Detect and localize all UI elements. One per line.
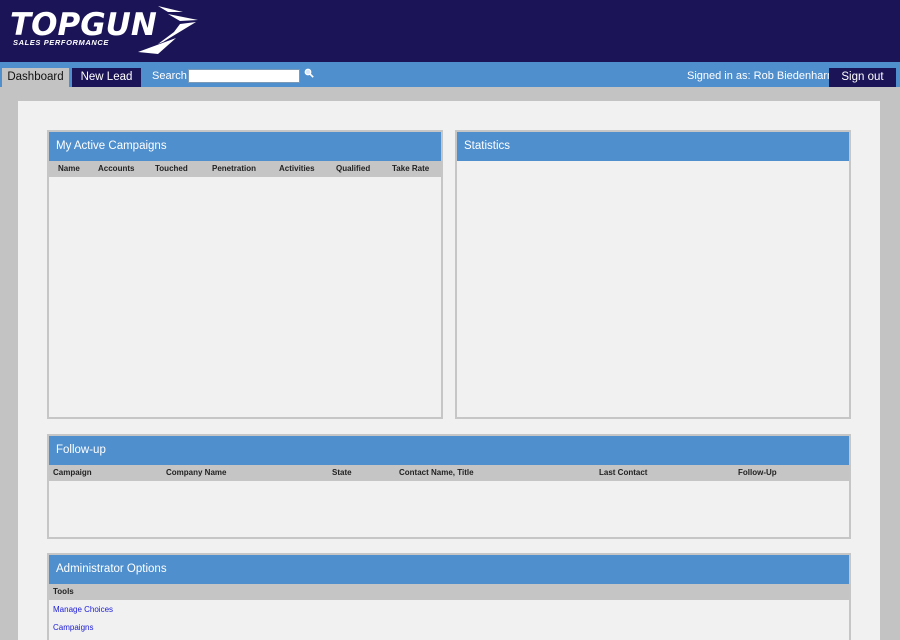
admin-tools-header: Tools (49, 584, 849, 600)
search-input[interactable] (188, 69, 300, 83)
tab-new-lead[interactable]: New Lead (72, 68, 141, 87)
statistics-panel: Statistics (455, 130, 851, 419)
col-qualified[interactable]: Qualified (336, 161, 370, 177)
logo-wordmark: TOPGUN (10, 7, 157, 43)
col-last-contact[interactable]: Last Contact (599, 465, 647, 481)
signed-in-user: Signed in as: Rob Biedenharn (687, 70, 834, 82)
topgun-logo[interactable]: TOPGUN SALES PERFORMANCE (8, 4, 208, 58)
col-state[interactable]: State (332, 465, 352, 481)
statistics-panel-title: Statistics (457, 132, 849, 161)
col-follow-up[interactable]: Follow-Up (738, 465, 777, 481)
manage-choices-link[interactable]: Manage Choices (53, 605, 113, 614)
col-touched[interactable]: Touched (155, 161, 188, 177)
col-company-name[interactable]: Company Name (166, 465, 226, 481)
campaigns-table-header: Name Accounts Touched Penetration Activi… (49, 161, 441, 177)
campaigns-panel: My Active Campaigns Name Accounts Touche… (47, 130, 443, 419)
col-contact-name-title[interactable]: Contact Name, Title (399, 465, 474, 481)
magnifier-icon[interactable] (304, 68, 314, 78)
app-header: TOPGUN SALES PERFORMANCE (0, 0, 900, 62)
campaigns-link[interactable]: Campaigns (53, 623, 93, 632)
col-name[interactable]: Name (58, 161, 80, 177)
col-campaign[interactable]: Campaign (53, 465, 92, 481)
followup-panel: Follow-up Campaign Company Name State Co… (47, 434, 851, 539)
tab-dashboard[interactable]: Dashboard (2, 68, 69, 87)
logo-subtitle: SALES PERFORMANCE (13, 38, 110, 47)
campaigns-panel-title: My Active Campaigns (49, 132, 441, 161)
admin-panel-title: Administrator Options (49, 555, 849, 584)
admin-panel: Administrator Options Tools Manage Choic… (47, 553, 851, 640)
followup-panel-title: Follow-up (49, 436, 849, 465)
tools-label: Tools (53, 587, 74, 596)
sign-out-button[interactable]: Sign out (829, 68, 896, 87)
search-label: Search (152, 70, 187, 82)
followup-table-header: Campaign Company Name State Contact Name… (49, 465, 849, 481)
col-accounts[interactable]: Accounts (98, 161, 134, 177)
col-activities[interactable]: Activities (279, 161, 315, 177)
col-penetration[interactable]: Penetration (212, 161, 256, 177)
col-take-rate[interactable]: Take Rate (392, 161, 429, 177)
